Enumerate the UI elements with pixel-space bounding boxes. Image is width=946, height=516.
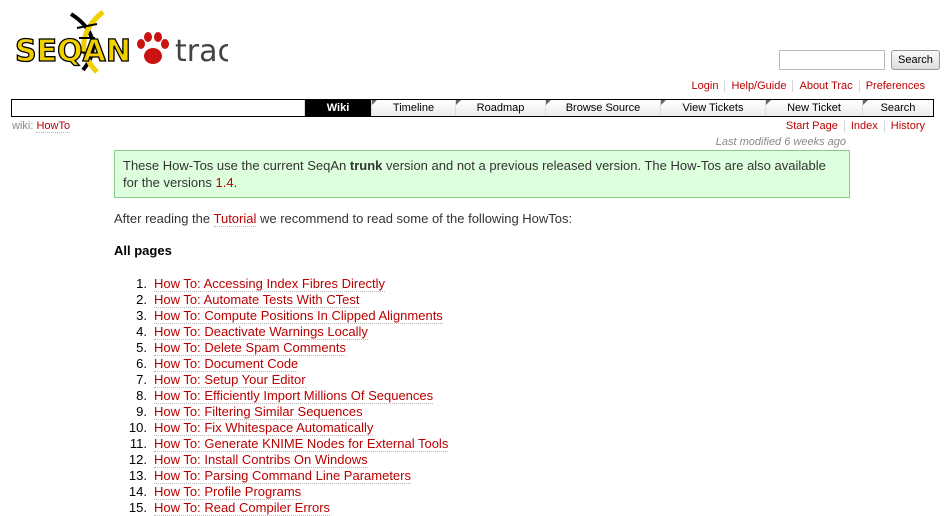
howto-page-link[interactable]: How To: Document Code: [154, 356, 299, 372]
list-item: 4. How To: Deactivate Warnings Locally: [114, 324, 448, 340]
list-item: 12. How To: Install Contribs On Windows: [114, 452, 448, 468]
list-item-number: 12.: [128, 452, 147, 467]
howto-page-link[interactable]: How To: Deactivate Warnings Locally: [154, 324, 368, 340]
list-item-number: 8.: [136, 388, 147, 403]
preferences-link[interactable]: Preferences: [858, 80, 931, 92]
notice-text-3: .: [233, 175, 238, 190]
howto-page-link[interactable]: How To: Setup Your Editor: [154, 372, 306, 388]
tab-roadmap[interactable]: Roadmap: [455, 100, 545, 116]
search-area: Search: [779, 50, 940, 70]
tab-view-tickets[interactable]: View Tickets: [660, 100, 765, 116]
tab-wiki[interactable]: Wiki: [304, 100, 371, 116]
notice-box: These How-Tos use the current SeqAn trun…: [114, 150, 850, 198]
howto-page-link[interactable]: How To: Filtering Similar Sequences: [154, 404, 363, 420]
list-item: 8. How To: Efficiently Import Millions Of…: [114, 388, 448, 404]
login-link[interactable]: Login: [686, 80, 725, 92]
list-item-number: 6.: [136, 356, 147, 371]
howto-page-link[interactable]: How To: Efficiently Import Millions Of S…: [154, 388, 434, 404]
help-guide-link[interactable]: Help/Guide: [724, 80, 792, 92]
paw-icon: [137, 32, 169, 64]
index-link[interactable]: Index: [843, 120, 884, 132]
history-link[interactable]: History: [883, 120, 931, 132]
notice-bold-trunk: trunk: [349, 158, 383, 173]
list-item: 13. How To: Parsing Command Line Paramete…: [114, 468, 448, 484]
logo-text-seqan: SEQAN: [15, 34, 131, 69]
breadcrumb-howto-link[interactable]: HowTo: [36, 120, 71, 133]
start-page-link[interactable]: Start Page: [780, 120, 844, 132]
last-modified-info: Last modified 6 weeks ago: [715, 136, 846, 148]
list-item: 3. How To: Compute Positions In Clipped A…: [114, 308, 448, 324]
notice-text-1: These How-Tos use the current SeqAn: [123, 158, 350, 173]
howto-page-link[interactable]: How To: Accessing Index Fibres Directly: [154, 276, 385, 292]
list-item: 1. How To: Accessing Index Fibres Directl…: [114, 276, 448, 292]
list-item: 15. How To: Read Compiler Errors: [114, 500, 448, 516]
list-item: 10. How To: Fix Whitespace Automatically: [114, 420, 448, 436]
section-heading: All pages: [114, 243, 172, 258]
list-item-number: 14.: [128, 484, 147, 499]
howto-page-link[interactable]: How To: Automate Tests With CTest: [154, 292, 360, 308]
seqan-trac-logo[interactable]: SEQAN trac: [13, 8, 228, 78]
list-item: 9. How To: Filtering Similar Sequences: [114, 404, 448, 420]
list-item: 11. How To: Generate KNIME Nodes for Exte…: [114, 436, 449, 452]
version-1-4-link[interactable]: 1.4: [216, 175, 234, 190]
howto-page-link[interactable]: How To: Generate KNIME Nodes for Externa…: [154, 436, 449, 452]
intro-paragraph: After reading the Tutorial we recommend …: [114, 211, 573, 227]
list-item-number: 1.: [136, 276, 147, 291]
intro-text-before: After reading the: [114, 211, 214, 226]
howto-page-link[interactable]: How To: Parsing Command Line Parameters: [154, 468, 411, 484]
howto-page-link[interactable]: How To: Compute Positions In Clipped Ali…: [154, 308, 443, 324]
list-item: 2. How To: Automate Tests With CTest: [114, 292, 448, 308]
list-item-number: 15.: [128, 500, 147, 515]
howto-page-link[interactable]: How To: Install Contribs On Windows: [154, 452, 368, 468]
about-trac-link[interactable]: About Trac: [792, 80, 858, 92]
list-item: 7. How To: Setup Your Editor: [114, 372, 448, 388]
search-button[interactable]: Search: [891, 50, 940, 70]
list-item-number: 13.: [128, 468, 147, 483]
page-list: 1. How To: Accessing Index Fibres Directl…: [114, 276, 449, 516]
meta-navigation: Login Help/Guide About Trac Preferences: [686, 80, 931, 92]
howto-page-link[interactable]: How To: Delete Spam Comments: [154, 340, 346, 356]
tutorial-link[interactable]: Tutorial: [213, 211, 257, 227]
tab-browse-source[interactable]: Browse Source: [545, 100, 660, 116]
howto-page-link[interactable]: How To: Read Compiler Errors: [154, 500, 331, 516]
breadcrumb: wiki: HowTo: [12, 120, 71, 133]
list-item-number: 10.: [128, 420, 147, 435]
list-item: 6. How To: Document Code: [114, 356, 448, 372]
list-item-number: 7.: [136, 372, 147, 387]
intro-text-after: we recommend to read some of the followi…: [256, 211, 573, 226]
tab-search[interactable]: Search: [862, 100, 933, 116]
context-navigation: Start Page Index History: [780, 120, 931, 132]
list-item-number: 3.: [136, 308, 147, 323]
list-item-number: 5.: [136, 340, 147, 355]
howto-page-link[interactable]: How To: Profile Programs: [154, 484, 302, 500]
list-item-number: 4.: [136, 324, 147, 339]
list-item-number: 11.: [129, 436, 147, 451]
breadcrumb-prefix: wiki:: [12, 120, 34, 132]
tab-timeline[interactable]: Timeline: [371, 100, 455, 116]
main-navigation: Wiki Timeline Roadmap Browse Source View…: [11, 99, 934, 117]
howto-page-link[interactable]: How To: Fix Whitespace Automatically: [154, 420, 374, 436]
tab-new-ticket[interactable]: New Ticket: [765, 100, 862, 116]
list-item: 14. How To: Profile Programs: [114, 484, 448, 500]
search-input[interactable]: [779, 50, 885, 70]
list-item-number: 9.: [136, 404, 147, 419]
list-item-number: 2.: [136, 292, 147, 307]
logo-text-trac: trac: [175, 34, 228, 69]
list-item: 5. How To: Delete Spam Comments: [114, 340, 448, 356]
